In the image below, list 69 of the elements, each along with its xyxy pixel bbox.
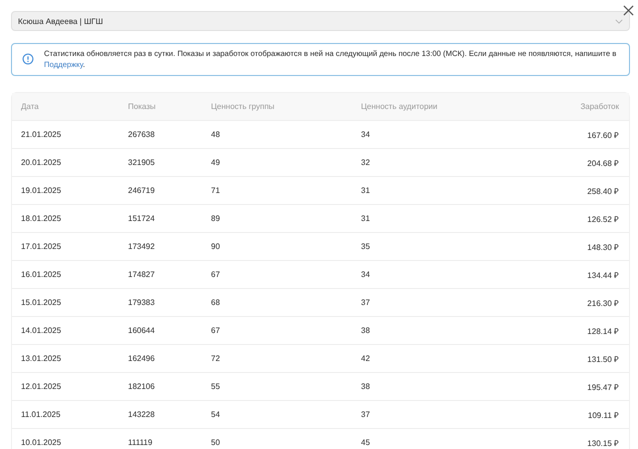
table-cell-text: 20.01.2025 [21,158,62,167]
table-cell-text: 160644 [128,326,156,335]
table-cell-text: 54 [211,410,221,419]
table-cell-text: 182106 [128,382,156,391]
table-cell-text: 267638 [128,130,156,139]
column-header: Ценность аудитории [361,102,438,111]
table-cell-text: 204.68 ₽ [587,158,619,168]
column-header: Заработок [580,102,619,111]
table-cell-text: 321905 [128,158,156,167]
table-cell-text: 173492 [128,242,156,251]
table-cell-text: 10.01.2025 [21,438,62,447]
table-cell-text: 12.01.2025 [21,382,62,391]
table-cell-text: 111119 [128,438,154,447]
table-cell-text: 14.01.2025 [21,326,62,335]
table-cell-text: 216.30 ₽ [587,298,619,308]
table-cell-text: 38 [361,326,371,335]
table-cell-text: 90 [211,242,221,251]
info-icon [22,53,34,65]
table-cell-text: 32 [361,158,371,167]
table-cell-text: 68 [211,298,221,307]
table-cell-text: 17.01.2025 [21,242,62,251]
table-cell-text: 55 [211,382,221,391]
table-cell-text: 31 [361,186,371,195]
table-cell-text: 167.60 ₽ [587,130,619,140]
column-header: Показы [128,102,157,111]
table-cell-text: 134.44 ₽ [587,270,619,280]
table-cell-text: 35 [361,242,371,251]
table-cell-text: 195.47 ₽ [587,382,619,392]
table-cell-text: 31 [361,214,371,223]
table-cell-text: 37 [361,410,371,419]
table-cell-text: 109.11 ₽ [588,410,619,420]
table-cell-text: 13.01.2025 [21,354,62,363]
table-cell-text: 50 [211,438,221,447]
table-cell-text: 38 [361,382,371,391]
table-cell-text: 48 [211,130,221,139]
table-cell-text: 71 [211,186,221,195]
table-cell-text: 128.14 ₽ [587,326,619,336]
table-cell-text: 18.01.2025 [21,214,62,223]
table-cell-text: 72 [211,354,221,363]
table-cell-text: 42 [361,354,371,363]
chevron-down-icon [615,18,623,24]
table-cell-text: 49 [211,158,221,167]
table-cell-text: 21.01.2025 [21,130,62,139]
table-cell-text: 45 [361,438,371,447]
column-header: Ценность группы [211,102,276,111]
table-cell-text: 130.15 ₽ [587,438,619,448]
table-cell-text: 258.40 ₽ [587,186,619,196]
table-cell-text: 19.01.2025 [21,186,62,195]
table-cell-text: 179383 [128,298,156,307]
table-cell-text: 151724 [128,214,156,223]
table-cell-text: 246719 [128,186,156,195]
table-cell-text: 143228 [128,410,156,419]
table-cell-text: 34 [361,270,371,279]
table-cell-text: 15.01.2025 [21,298,62,307]
column-header: Дата [21,102,40,111]
table-cell-text: 11.01.2025 [21,410,62,419]
table-cell-text: 174827 [128,270,156,279]
table-cell-text: 162496 [128,354,156,363]
group-select[interactable]: Ксюша Авдеева | ШГШ [11,11,630,31]
table-cell-text: 148.30 ₽ [587,242,619,252]
table-cell-text: 16.01.2025 [21,270,62,279]
table-cell-text: 89 [211,214,221,223]
table-cell-text: 37 [361,298,371,307]
table-cell-text: 131.50 ₽ [587,354,619,364]
table-cell-text: 67 [211,270,221,279]
table-cell-text: 67 [211,326,221,335]
close-icon[interactable] [623,5,634,16]
table-cell-text: 126.52 ₽ [587,214,619,224]
table-cell-text: 34 [361,130,371,139]
